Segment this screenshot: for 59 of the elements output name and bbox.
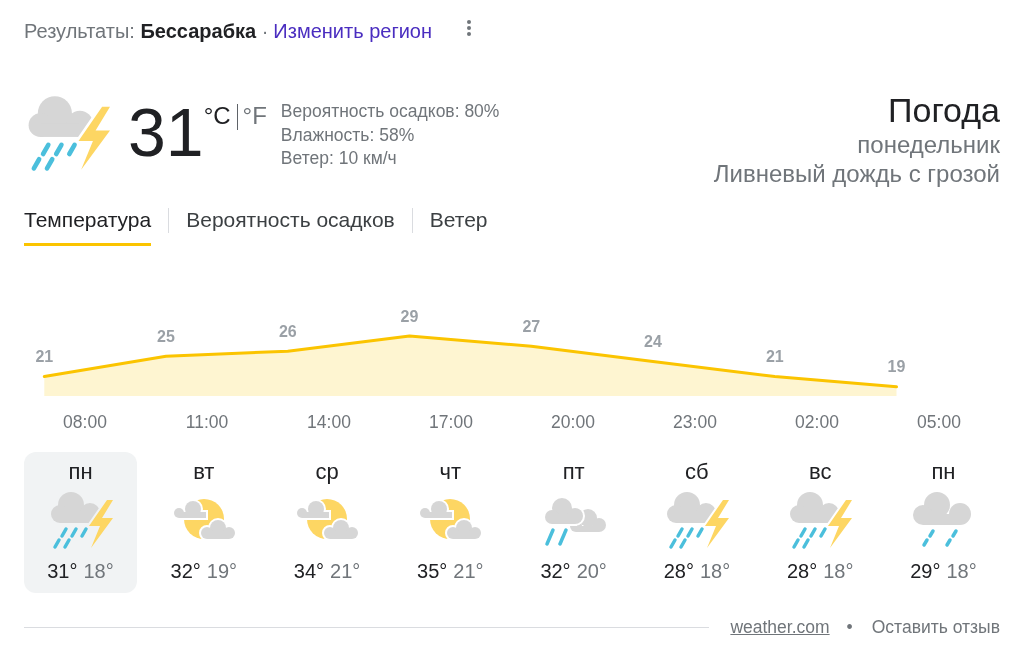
tab[interactable]: Ветер (429, 208, 488, 246)
low-temperature: 21° (330, 559, 361, 583)
unit-toggle[interactable]: °F (242, 103, 267, 128)
time-label: 05:00 (917, 411, 961, 434)
change-region-link[interactable]: Изменить регион (273, 19, 432, 43)
source-link[interactable]: weather.com (730, 615, 830, 639)
temperature-label: 29 (400, 307, 419, 325)
time-label: 08:00 (63, 411, 107, 434)
weather-detail: Ветер: 10 км/ч (280, 147, 398, 170)
high-temperature: 32° (170, 559, 201, 583)
low-temperature: 19° (206, 559, 238, 583)
temperature-label: 25 (157, 327, 175, 345)
tab[interactable]: Вероятность осадков (186, 208, 395, 246)
kebab-menu-icon[interactable] (467, 20, 471, 37)
temperature-label: 19 (887, 358, 906, 376)
time-label: 11:00 (185, 411, 229, 434)
time-label: 23:00 (673, 411, 717, 434)
unit-toggle[interactable]: °C (203, 103, 231, 128)
low-temperature: 18° (83, 559, 114, 583)
low-temperature: 18° (699, 559, 731, 583)
high-temperature: 31° (47, 559, 78, 583)
time-label: 17:00 (429, 411, 473, 434)
low-temperature: 18° (823, 559, 854, 583)
low-temperature: 18° (946, 559, 977, 583)
feedback-link[interactable]: Оставить отзыв (871, 615, 1000, 639)
day-label: вс (808, 458, 832, 486)
temperature-label: 21 (765, 348, 784, 366)
day-label: пн (68, 458, 93, 486)
temperature-label: 27 (522, 317, 541, 335)
day-label: ср (315, 458, 339, 486)
high-temperature: 32° (540, 559, 571, 583)
weather-detail: Вероятность осадков: 80% (280, 100, 500, 124)
weather-title: Погода (888, 90, 1000, 130)
high-temperature: 28° (786, 559, 818, 583)
day-label: пт (562, 458, 585, 486)
high-temperature: 35° (417, 559, 448, 583)
weather-detail: Влажность: 58% (280, 123, 416, 147)
day-label: сб (685, 458, 709, 486)
tab[interactable]: Температура (24, 208, 152, 246)
location-label: Результаты: Бессарабка · (24, 19, 269, 43)
bullet-separator: • (846, 616, 853, 639)
day-name: понедельник (857, 130, 1000, 159)
low-temperature: 21° (453, 559, 484, 583)
time-label: 02:00 (795, 411, 839, 434)
time-label: 14:00 (307, 411, 351, 434)
day-label: чт (439, 458, 462, 486)
temperature-value: 31 (128, 97, 204, 166)
temperature-label: 21 (35, 348, 54, 366)
day-label: вт (193, 458, 215, 486)
high-temperature: 34° (293, 559, 325, 583)
high-temperature: 29° (910, 559, 941, 583)
time-label: 20:00 (551, 411, 595, 434)
day-card[interactable]: пн 31° 18° (24, 452, 137, 593)
temperature-label: 26 (278, 322, 297, 340)
day-label: пн (931, 458, 956, 486)
high-temperature: 28° (663, 559, 694, 583)
low-temperature: 20° (576, 559, 607, 583)
condition-text: Ливневый дождь с грозой (713, 159, 1000, 188)
temperature-label: 24 (644, 332, 662, 350)
